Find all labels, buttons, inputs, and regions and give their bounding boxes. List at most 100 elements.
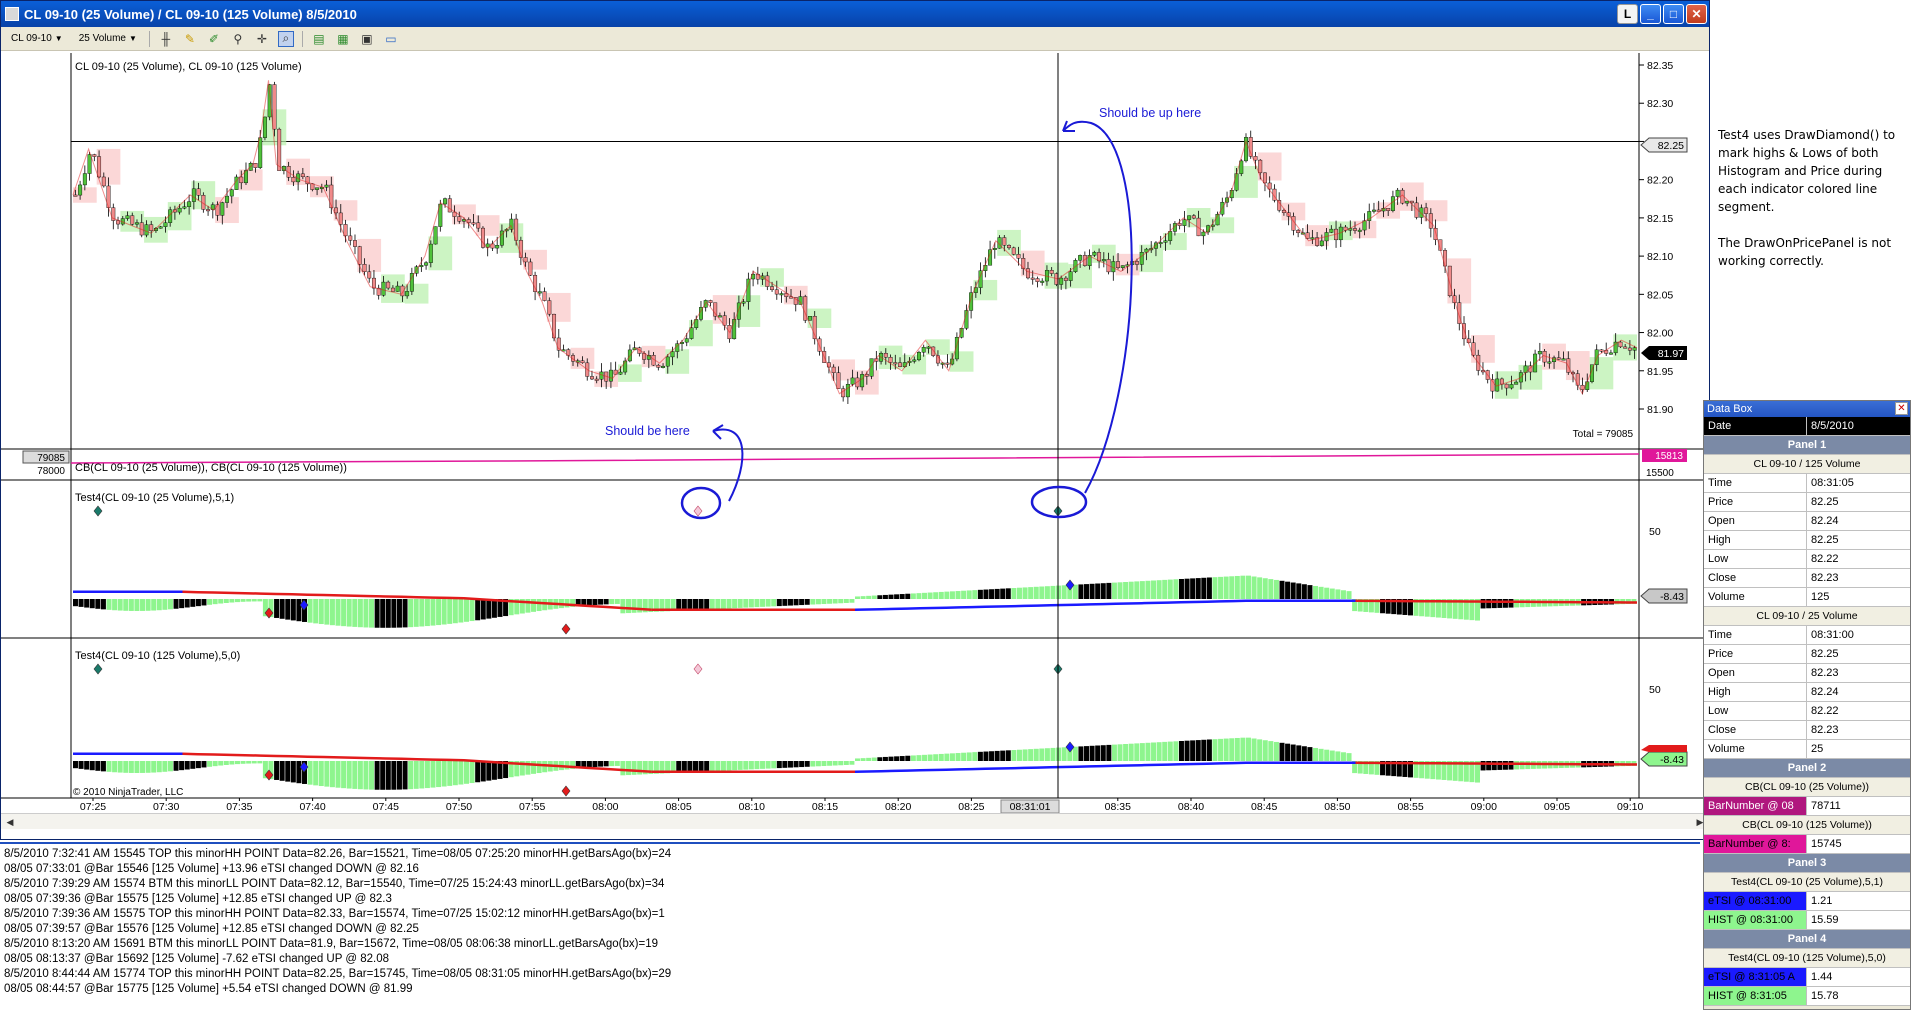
histogram-bar [888, 756, 894, 761]
candle-body [357, 246, 362, 265]
link-button[interactable]: L [1617, 4, 1638, 24]
histogram-bar [486, 599, 492, 619]
histogram-bar [910, 755, 916, 761]
candle-body [608, 369, 613, 382]
candle-body [1011, 247, 1016, 255]
minimize-button[interactable]: _ [1640, 4, 1661, 24]
histogram-bar [1257, 739, 1263, 761]
histogram-bar [167, 599, 173, 610]
candle-body [708, 300, 713, 303]
histogram-bar [1089, 745, 1095, 761]
histogram-bar [1084, 746, 1089, 761]
histogram-bar [184, 761, 190, 770]
time-axis-label: 08:35 [1105, 801, 1131, 813]
data-box-title-bar[interactable]: Data Box ✕ [1704, 401, 1910, 417]
price-tick-label: 82.20 [1647, 175, 1673, 187]
histogram-bar [760, 761, 766, 769]
side-note-line: Test4 uses DrawDiamond() to mark highs &… [1718, 128, 1896, 214]
histogram-bar [380, 761, 386, 790]
zoom-icon[interactable]: ⌕ [277, 30, 294, 47]
histogram-bar [1508, 761, 1514, 770]
histogram-bar [994, 588, 1000, 599]
candle-body [1618, 341, 1623, 348]
histogram-bar [832, 761, 838, 766]
histogram-bar [933, 754, 939, 761]
data-box-row: Open 82.23 [1704, 664, 1910, 683]
candle-body [1120, 265, 1125, 268]
histogram-bar [905, 755, 911, 761]
candle-body [1357, 229, 1362, 232]
histogram-bar [1285, 581, 1291, 599]
histogram-bar [458, 599, 464, 623]
candle-body [898, 362, 902, 367]
histogram-bar [955, 591, 961, 599]
data-box-key: HIST @ 8:31:05 [1704, 987, 1807, 1005]
histogram-bar [195, 761, 201, 769]
histogram-bar [447, 761, 453, 786]
data-box-row: Time 08:31:05 [1704, 474, 1910, 493]
chart-area[interactable]: 82.35 82.30 82.25 82.20 82.15 82.10 82.05 82.00… [1, 53, 1709, 814]
candle-body [1040, 280, 1045, 283]
brush-icon[interactable]: ✐ [206, 31, 222, 47]
period-selector[interactable]: 25 Volume ▼ [75, 32, 141, 45]
histogram-bar [787, 761, 793, 768]
data-box-close-icon[interactable]: ✕ [1895, 402, 1908, 415]
crosshair-icon[interactable]: ✛ [254, 31, 270, 47]
histogram-bar [843, 761, 849, 765]
close-button[interactable]: ✕ [1686, 4, 1707, 24]
candle-body [1177, 223, 1182, 226]
histogram-bar [201, 599, 207, 606]
data-box-icon[interactable]: ▭ [383, 31, 399, 47]
data-box-row: Close 82.23 [1704, 721, 1910, 740]
indicators-icon[interactable]: ▤ [311, 31, 327, 47]
pin-icon[interactable]: ⚲ [230, 31, 246, 47]
series125-rows: Time 08:31:05 Price 82.25 Open 82.24 High 82.25… [1704, 474, 1910, 607]
histogram-bar [625, 761, 631, 776]
histogram-bar [821, 761, 827, 767]
histogram-bar [430, 761, 436, 788]
horizontal-scrollbar[interactable]: ◀ ▶ [1, 813, 1709, 829]
t4b-rows: eTSI @ 8:31:05 A 1.44 HIST @ 8:31:05 15.78 [1704, 968, 1910, 1006]
data-box-key: eTSI @ 8:31:05 A [1704, 968, 1807, 986]
histogram-bar [145, 599, 151, 611]
time-axis-label: 08:55 [1397, 801, 1423, 813]
title-bar[interactable]: CL 09-10 (25 Volume) / CL 09-10 (125 Vol… [1, 1, 1709, 27]
histogram-bar [73, 599, 78, 607]
strategies-icon[interactable]: ▦ [335, 31, 351, 47]
candle-body [419, 265, 424, 268]
instrument-selector[interactable]: CL 09-10 ▼ [7, 32, 67, 45]
data-box-value: 82.24 [1807, 683, 1910, 701]
histogram-bar [413, 761, 419, 789]
histogram-bar [179, 761, 185, 771]
histogram-bar [1145, 742, 1151, 761]
chart-properties-icon[interactable]: ▣ [359, 31, 375, 47]
panel1-heading: Panel 1 [1704, 436, 1910, 455]
histogram-bar [1078, 746, 1084, 761]
candle-body [272, 84, 277, 130]
data-box-key: HIST @ 08:31:00 [1704, 911, 1807, 929]
histogram-bar [1502, 761, 1508, 770]
histogram-bar [307, 599, 313, 623]
histogram-bar [1162, 579, 1168, 599]
bar-style-icon[interactable]: ╫ [158, 31, 174, 47]
histogram-bar [698, 761, 704, 772]
histogram-bar [972, 590, 978, 599]
output-log[interactable]: 8/5/2010 7:32:41 AM 15545 TOP this minor… [0, 842, 1700, 1010]
scroll-left-icon[interactable]: ◀ [3, 815, 17, 829]
maximize-button[interactable]: □ [1663, 4, 1684, 24]
histogram-bar [190, 761, 196, 769]
histogram-bar [927, 754, 933, 761]
histogram-bar [1028, 587, 1034, 599]
log-line: 08/05 07:33:01 @Bar 15546 [125 Volume] +… [4, 863, 419, 875]
histogram-bar [715, 761, 721, 771]
candle-body [684, 338, 689, 343]
candle-body [523, 257, 528, 263]
histogram-bar [849, 599, 855, 603]
histogram-bar [760, 599, 766, 607]
chart-canvas[interactable]: 82.35 82.30 82.25 82.20 82.15 82.10 82.05 82.00… [1, 53, 1709, 814]
histogram-bar [1279, 580, 1285, 599]
histogram-bar [855, 596, 860, 599]
histogram-bar [598, 761, 604, 767]
histogram-bar [748, 599, 754, 608]
pencil-draw-icon[interactable]: ✎ [182, 31, 198, 47]
